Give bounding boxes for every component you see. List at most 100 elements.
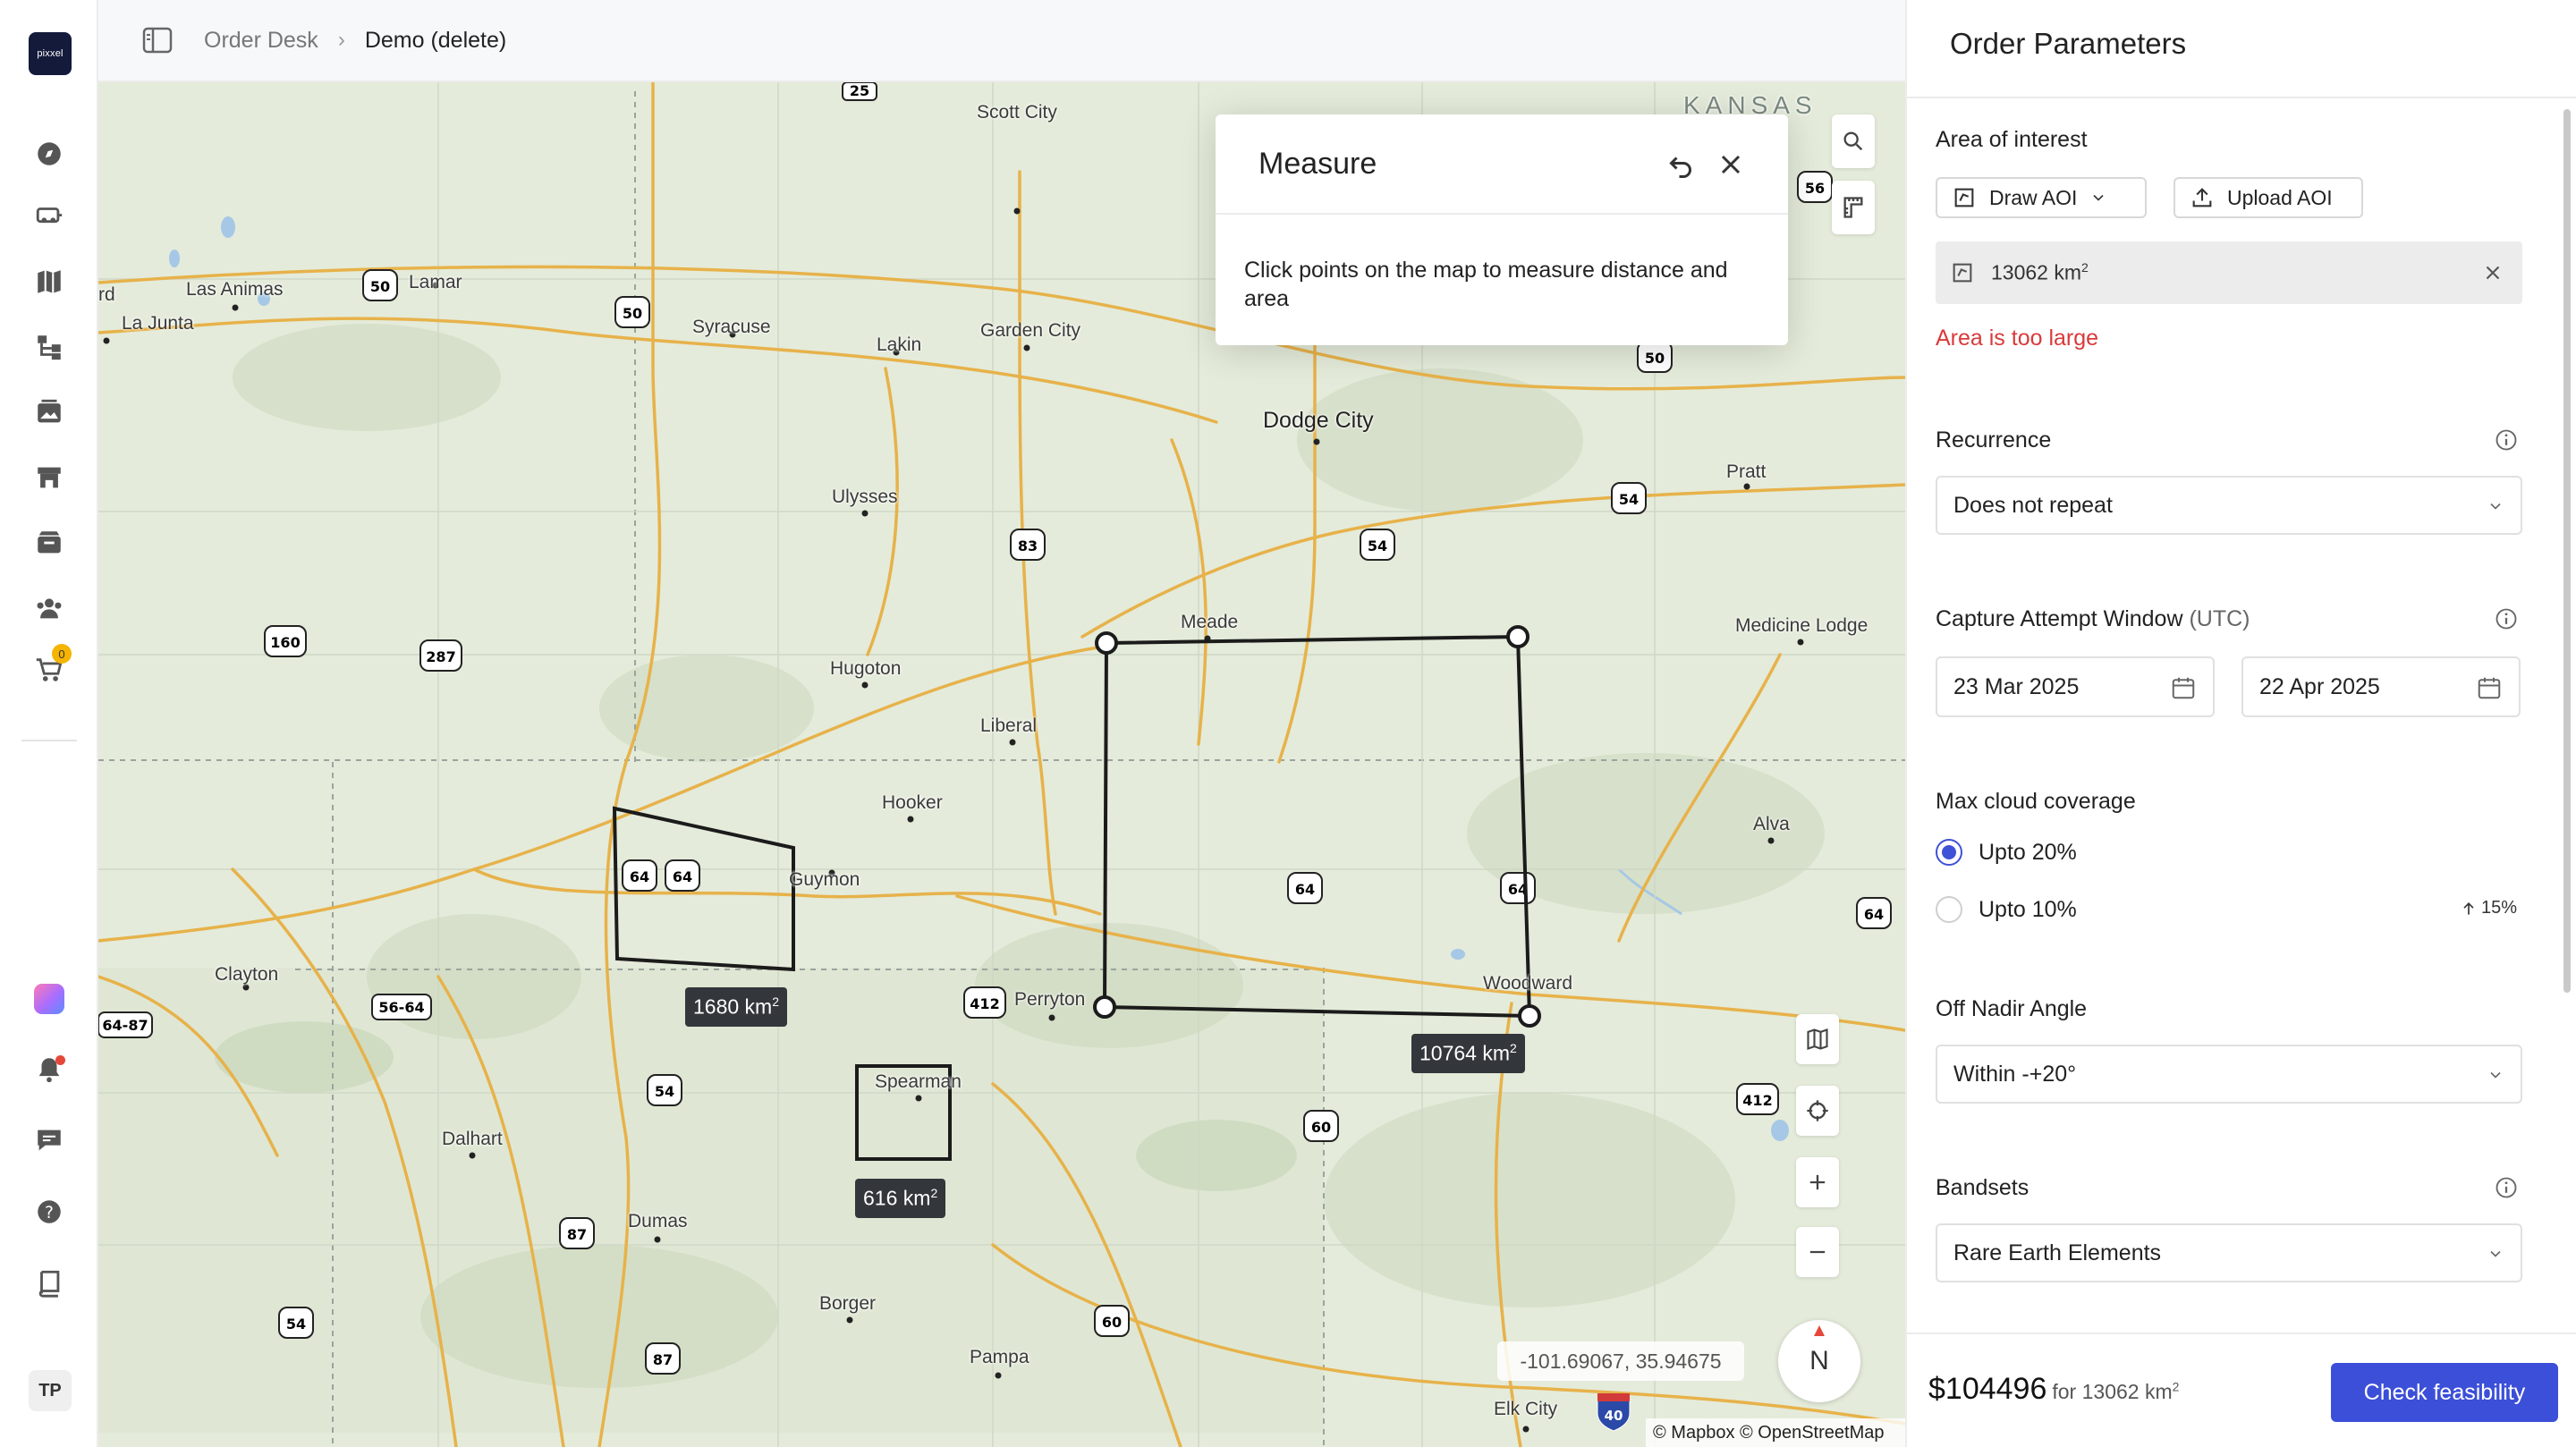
- cloud-option-label: Upto 10%: [1979, 896, 2077, 922]
- avatar[interactable]: TP: [29, 1370, 72, 1411]
- chevron-down-icon: [2490, 503, 2501, 510]
- map-place-label: Hugoton: [830, 658, 902, 679]
- map-place-label: Pratt: [1726, 461, 1767, 482]
- map-place-label: Hooker: [882, 792, 943, 813]
- book-icon[interactable]: [31, 1265, 67, 1301]
- draw-aoi-button[interactable]: Draw AOI: [1936, 177, 2147, 218]
- off-nadir-select[interactable]: Within -+20°: [1936, 1045, 2522, 1104]
- measure-header: Measure: [1216, 114, 1788, 215]
- compass-button[interactable]: N: [1778, 1320, 1860, 1402]
- basemap-button[interactable]: [1796, 1014, 1839, 1064]
- store-icon[interactable]: [31, 460, 67, 495]
- zoom-out-button[interactable]: [1796, 1227, 1839, 1277]
- locate-button[interactable]: [1796, 1086, 1839, 1136]
- undo-icon[interactable]: [1665, 148, 1697, 181]
- compass-label: N: [1809, 1346, 1829, 1375]
- app-root: pixxel 0 ? TP Order Desk › Demo (delete)…: [0, 0, 2576, 1447]
- cloud-option-label: Upto 20%: [1979, 839, 2077, 865]
- svg-text:160: 160: [270, 634, 300, 651]
- map-place-label: Lamar: [409, 272, 462, 292]
- aoi-area-value: 13062 km2: [1991, 260, 2089, 284]
- measure-tool-button[interactable]: [1832, 181, 1875, 234]
- check-feasibility-button[interactable]: Check feasibility: [2331, 1363, 2558, 1422]
- bandsets-select[interactable]: Rare Earth Elements: [1936, 1223, 2522, 1282]
- close-icon[interactable]: [1715, 148, 1747, 181]
- cloud-option-10[interactable]: Upto 10%: [1936, 896, 2077, 923]
- svg-text:83: 83: [1018, 537, 1038, 554]
- panel-scrollbar[interactable]: [2563, 109, 2571, 993]
- map-place-label: rd: [98, 284, 115, 305]
- map-attribution[interactable]: © Mapbox © OpenStreetMap: [1646, 1418, 1905, 1447]
- map-place-label: Garden City: [980, 320, 1081, 341]
- map-place-label: Syracuse: [692, 317, 771, 337]
- search-icon: [1843, 131, 1863, 151]
- panel-title: Order Parameters: [1950, 27, 2187, 60]
- off-nadir-value: Within -+20°: [1953, 1061, 2077, 1087]
- map-icon[interactable]: [31, 264, 67, 300]
- clear-aoi-icon[interactable]: [2481, 261, 2504, 284]
- top-bar: Order Desk › Demo (delete): [98, 0, 1905, 82]
- gallery-icon[interactable]: [31, 394, 67, 430]
- svg-text:54: 54: [1619, 491, 1639, 508]
- map-search-button[interactable]: [1832, 114, 1875, 168]
- svg-text:50: 50: [370, 278, 390, 295]
- svg-text:56-64: 56-64: [378, 999, 424, 1016]
- aoi-label: Area of interest: [1936, 127, 2088, 152]
- price-value: $104496: [1928, 1372, 2047, 1406]
- info-icon[interactable]: [2494, 606, 2519, 631]
- map-place-label: Perryton: [1014, 989, 1086, 1010]
- notification-dot: [55, 1055, 65, 1065]
- calendar-icon[interactable]: [2476, 674, 2503, 701]
- compass-icon[interactable]: [31, 136, 67, 172]
- footer-divider: [1907, 1333, 2576, 1334]
- start-date-field[interactable]: 23 Mar 2025: [1936, 656, 2215, 717]
- map-icon: [1807, 1028, 1828, 1050]
- end-date-field[interactable]: 22 Apr 2025: [2241, 656, 2521, 717]
- svg-text:87: 87: [567, 1226, 587, 1243]
- app-logo[interactable]: pixxel: [29, 32, 72, 75]
- svg-text:25: 25: [850, 82, 869, 99]
- area-label: 10764 km2: [1411, 1034, 1525, 1073]
- radio-selected[interactable]: [1936, 839, 1962, 866]
- workflow-icon[interactable]: [31, 329, 67, 365]
- chat-icon[interactable]: [31, 1122, 67, 1158]
- chevron-down-icon: [2093, 194, 2105, 201]
- map-place-label: Elk City: [1494, 1399, 1558, 1419]
- svg-text:64: 64: [1295, 881, 1315, 898]
- svg-text:?: ?: [45, 1204, 54, 1223]
- map-canvas[interactable]: 25 56 50 50 50 83 54 54 160 287 64 64 64…: [98, 82, 1905, 1447]
- map-place-label: Ulysses: [832, 487, 898, 507]
- recurrence-select[interactable]: Does not repeat: [1936, 476, 2522, 535]
- calendar-icon[interactable]: [2170, 674, 2197, 701]
- start-date-value: 23 Mar 2025: [1953, 673, 2080, 699]
- map-place-label: Medicine Lodge: [1735, 615, 1868, 636]
- ruler-icon: [1843, 197, 1863, 218]
- breadcrumb-parent[interactable]: Order Desk: [204, 28, 318, 54]
- vehicle-icon[interactable]: [31, 199, 67, 234]
- archive-icon[interactable]: [31, 525, 67, 561]
- polygon-icon: [1953, 263, 1972, 283]
- apps-icon[interactable]: [34, 984, 64, 1014]
- zoom-in-button[interactable]: [1796, 1157, 1839, 1207]
- help-icon[interactable]: ?: [31, 1194, 67, 1230]
- svg-text:64-87: 64-87: [102, 1017, 148, 1034]
- aoi-chip: 13062 km2: [1936, 241, 2522, 304]
- off-nadir-label: Off Nadir Angle: [1936, 996, 2088, 1021]
- route-shield-25: 25: [842, 82, 877, 101]
- map-place-label: Spearman: [875, 1071, 962, 1092]
- info-icon[interactable]: [2494, 427, 2519, 453]
- arrow-up-icon: [2463, 901, 2474, 915]
- info-icon[interactable]: [2494, 1175, 2519, 1200]
- radio-unselected[interactable]: [1936, 896, 1962, 923]
- team-icon[interactable]: [31, 590, 67, 626]
- end-date-value: 22 Apr 2025: [2259, 673, 2380, 699]
- recurrence-label: Recurrence: [1936, 427, 2052, 453]
- sidebar-toggle-icon[interactable]: [141, 24, 174, 56]
- crosshair-icon: [1807, 1100, 1828, 1121]
- plus-icon: [1809, 1174, 1826, 1190]
- upload-aoi-button[interactable]: Upload AOI: [2174, 177, 2363, 218]
- minus-icon: [1809, 1250, 1826, 1254]
- cloud-option-20[interactable]: Upto 20%: [1936, 839, 2077, 866]
- area-label: 1680 km2: [685, 987, 788, 1027]
- price-delta: 15%: [2460, 898, 2517, 918]
